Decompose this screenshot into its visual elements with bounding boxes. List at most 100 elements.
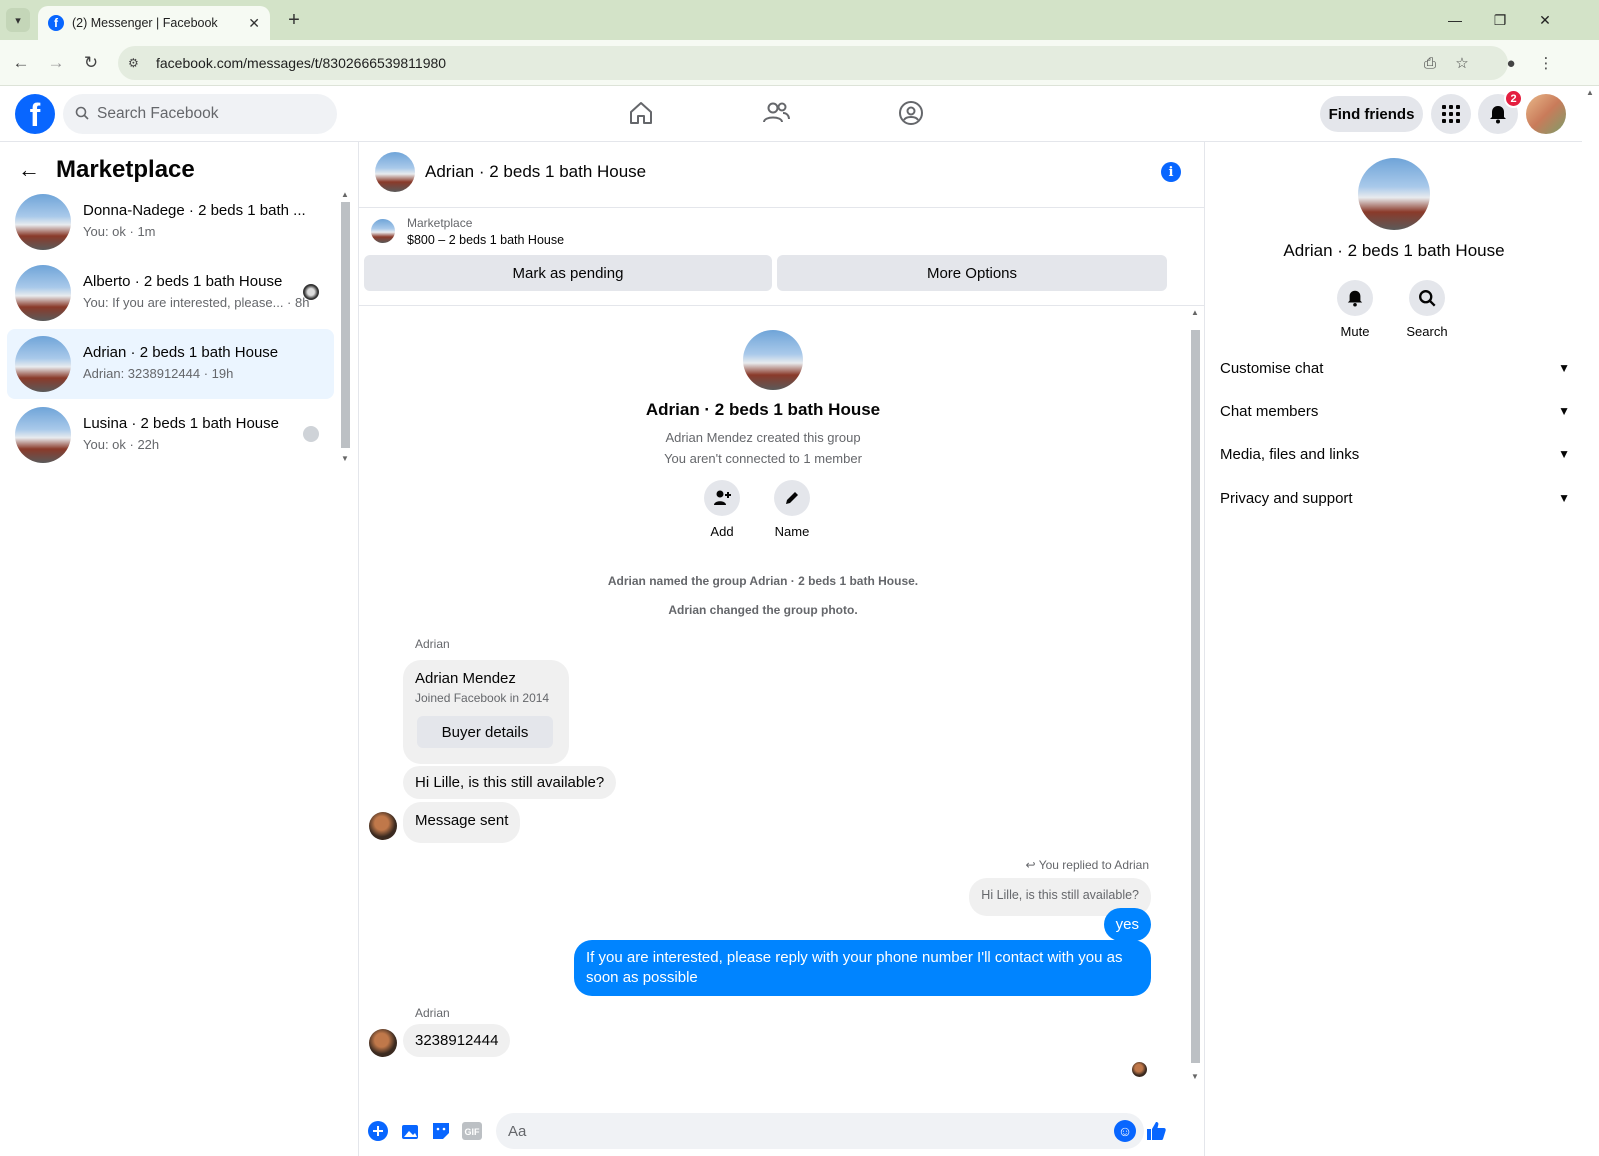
close-tab-icon[interactable]: ✕: [248, 15, 260, 32]
section-label: Media, files and links: [1220, 445, 1360, 463]
incoming-message[interactable]: Message sent: [403, 802, 521, 843]
info-icon[interactable]: i: [1161, 162, 1181, 182]
new-tab-button[interactable]: +: [282, 8, 306, 32]
facebook-logo-icon[interactable]: f: [15, 94, 55, 134]
facebook-header: f Search Facebook Find friends 2: [0, 86, 1582, 142]
browser-menu-icon[interactable]: ⋮: [1534, 51, 1558, 75]
facebook-favicon-icon: f: [48, 15, 64, 31]
pencil-icon: [774, 480, 810, 516]
forward-icon[interactable]: →: [44, 51, 68, 75]
account-avatar[interactable]: [1526, 94, 1566, 134]
customise-chat-section[interactable]: Customise chat ▼: [1220, 348, 1570, 388]
url-text: facebook.com/messages/t/8302666539811980: [156, 55, 447, 71]
install-app-icon[interactable]: ⎙: [1418, 51, 1442, 75]
browser-tab[interactable]: f (2) Messenger | Facebook ✕: [38, 6, 270, 40]
listing-thumbnail: [15, 194, 71, 250]
reply-text: You replied to Adrian: [1038, 858, 1149, 872]
add-member-button[interactable]: Add: [692, 480, 752, 539]
conversation-item[interactable]: Lusina · 2 beds 1 bath House You: ok · 2…: [7, 400, 334, 470]
search-in-chat-button[interactable]: Search: [1397, 280, 1457, 339]
sender-avatar[interactable]: [369, 1029, 397, 1057]
chat-members-section[interactable]: Chat members ▼: [1220, 391, 1570, 431]
tab-search-button[interactable]: ▾: [6, 8, 30, 32]
chevron-down-icon: ▼: [1558, 447, 1570, 461]
conversation-item[interactable]: Donna-Nadege · 2 beds 1 bath ... You: ok…: [7, 187, 334, 257]
group-photo: [743, 330, 803, 390]
media-files-links-section[interactable]: Media, files and links ▼: [1220, 434, 1570, 474]
conversation-preview: Adrian: 3238912444 · 19h: [83, 366, 234, 381]
buyer-joined: Joined Facebook in 2014: [415, 691, 550, 705]
privacy-support-section[interactable]: Privacy and support ▼: [1220, 478, 1570, 518]
address-bar[interactable]: ⚙ facebook.com/messages/t/83026665398119…: [118, 46, 1508, 80]
system-message: Adrian changed the group photo.: [668, 603, 858, 617]
notification-badge: 2: [1504, 89, 1523, 108]
site-info-icon[interactable]: ⚙: [128, 56, 146, 70]
back-arrow-icon[interactable]: ←: [18, 157, 40, 183]
sender-avatar[interactable]: [369, 812, 397, 840]
chat-avatar[interactable]: [375, 152, 415, 192]
message-composer: GIF Aa ☺: [359, 1106, 1204, 1156]
scroll-down-icon[interactable]: ▼: [1191, 1072, 1199, 1081]
sidebar-scrollbar[interactable]: ▲ ▼: [339, 190, 351, 470]
home-icon[interactable]: [626, 98, 656, 128]
close-window-icon[interactable]: ✕: [1533, 8, 1557, 32]
sticker-icon[interactable]: [430, 1120, 452, 1142]
conversation-item-active[interactable]: Adrian · 2 beds 1 bath House Adrian: 323…: [7, 329, 334, 399]
photo-icon[interactable]: [399, 1120, 421, 1142]
thumbs-up-icon[interactable]: [1145, 1120, 1167, 1142]
restore-icon[interactable]: ❐: [1488, 8, 1512, 32]
marketplace-label: Marketplace: [407, 216, 473, 230]
search-placeholder: Search Facebook: [97, 105, 219, 122]
tab-title: (2) Messenger | Facebook: [72, 16, 218, 30]
friends-icon[interactable]: [761, 98, 791, 128]
incoming-message[interactable]: Hi Lille, is this still available?: [403, 766, 617, 799]
conversation-name: Adrian · 2 beds 1 bath House: [83, 344, 279, 361]
gif-icon[interactable]: GIF: [461, 1120, 483, 1142]
mute-label: Mute: [1340, 324, 1370, 339]
conversation-preview: You: ok · 1m: [83, 224, 156, 239]
conversation-preview: You: If you are interested, please... · …: [83, 295, 310, 310]
name-group-button[interactable]: Name: [762, 480, 822, 539]
incoming-message[interactable]: 3238912444: [403, 1024, 511, 1057]
chat-header: Adrian · 2 beds 1 bath House i: [359, 142, 1204, 208]
section-label: Chat members: [1220, 402, 1319, 420]
mark-as-pending-button[interactable]: Mark as pending: [364, 255, 772, 291]
scrollbar-thumb[interactable]: [1191, 330, 1200, 1063]
groups-icon[interactable]: [896, 98, 926, 128]
page-scrollbar[interactable]: ▲: [1582, 86, 1599, 1156]
chevron-down-icon: ▼: [1558, 404, 1570, 418]
svg-text:GIF: GIF: [465, 1127, 481, 1137]
menu-grid-icon[interactable]: [1431, 94, 1471, 134]
scrollbar-thumb[interactable]: [341, 202, 350, 448]
mute-button[interactable]: Mute: [1325, 280, 1385, 339]
reload-icon[interactable]: ↻: [79, 51, 103, 75]
minimize-icon[interactable]: —: [1443, 8, 1467, 32]
emoji-icon[interactable]: ☺: [1114, 1120, 1136, 1142]
listing-thumbnail: [15, 265, 71, 321]
bell-icon: [1337, 280, 1373, 316]
group-photo[interactable]: [1358, 158, 1430, 230]
chevron-down-icon: ▼: [1558, 491, 1570, 505]
bookmark-star-icon[interactable]: ☆: [1450, 51, 1474, 75]
search-icon: [75, 106, 89, 123]
chat-scrollbar[interactable]: ▲ ▼: [1188, 306, 1202, 1096]
scroll-up-icon[interactable]: ▲: [1191, 308, 1199, 317]
scroll-up-icon[interactable]: ▲: [341, 190, 349, 199]
conversation-item[interactable]: Alberto · 2 beds 1 bath House You: If yo…: [7, 258, 334, 328]
find-friends-button[interactable]: Find friends: [1320, 96, 1423, 132]
facebook-search-input[interactable]: Search Facebook: [63, 94, 337, 134]
profile-icon[interactable]: ●: [1499, 51, 1523, 75]
sidebar-header: ← Marketplace: [18, 156, 195, 184]
outgoing-message[interactable]: If you are interested, please reply with…: [574, 940, 1151, 996]
chat-details-panel: Adrian · 2 beds 1 bath House Mute Search…: [1204, 142, 1582, 1156]
scroll-down-icon[interactable]: ▼: [341, 454, 349, 463]
plus-circle-icon[interactable]: [367, 1120, 389, 1142]
back-icon[interactable]: ←: [9, 51, 33, 75]
outgoing-message[interactable]: yes: [1103, 908, 1151, 941]
more-options-button[interactable]: More Options: [777, 255, 1167, 291]
message-input[interactable]: Aa: [496, 1113, 1144, 1149]
add-person-icon: [704, 480, 740, 516]
chat-title[interactable]: Adrian · 2 beds 1 bath House: [425, 162, 646, 182]
buyer-details-button[interactable]: Buyer details: [417, 716, 553, 748]
listing-price[interactable]: $800 – 2 beds 1 bath House: [407, 233, 564, 247]
